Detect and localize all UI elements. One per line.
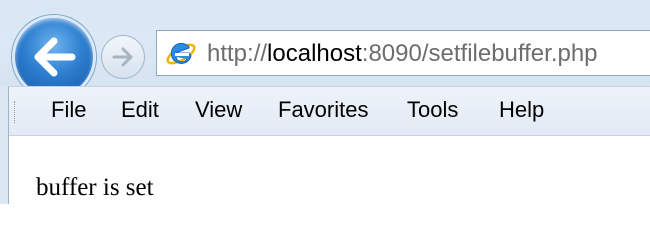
menu-edit[interactable]: Edit: [121, 97, 159, 123]
content-border: [8, 135, 9, 204]
url-host: localhost: [267, 40, 362, 67]
menu-help[interactable]: Help: [499, 97, 544, 123]
url-text[interactable]: http://localhost:8090/setfilebuffer.php: [207, 39, 598, 69]
page-content-text: buffer is set: [36, 174, 154, 201]
internet-explorer-icon: [166, 42, 196, 65]
menu-tools[interactable]: Tools: [407, 97, 458, 123]
address-bar[interactable]: http://localhost:8090/setfilebuffer.php: [156, 30, 650, 76]
menu-view[interactable]: View: [195, 97, 242, 123]
window-frame: [0, 86, 8, 204]
forward-button[interactable]: [101, 35, 145, 79]
back-arrow-icon: [34, 37, 76, 77]
url-prefix: http://: [207, 40, 268, 67]
menu-favorites[interactable]: Favorites: [278, 97, 368, 123]
url-path: :8090/setfilebuffer.php: [361, 40, 598, 67]
menu-file[interactable]: File: [51, 97, 86, 123]
menu-bar: File Edit View Favorites Tools Help: [8, 86, 650, 136]
toolbar-grip[interactable]: [14, 101, 18, 123]
forward-arrow-icon: [112, 47, 133, 67]
